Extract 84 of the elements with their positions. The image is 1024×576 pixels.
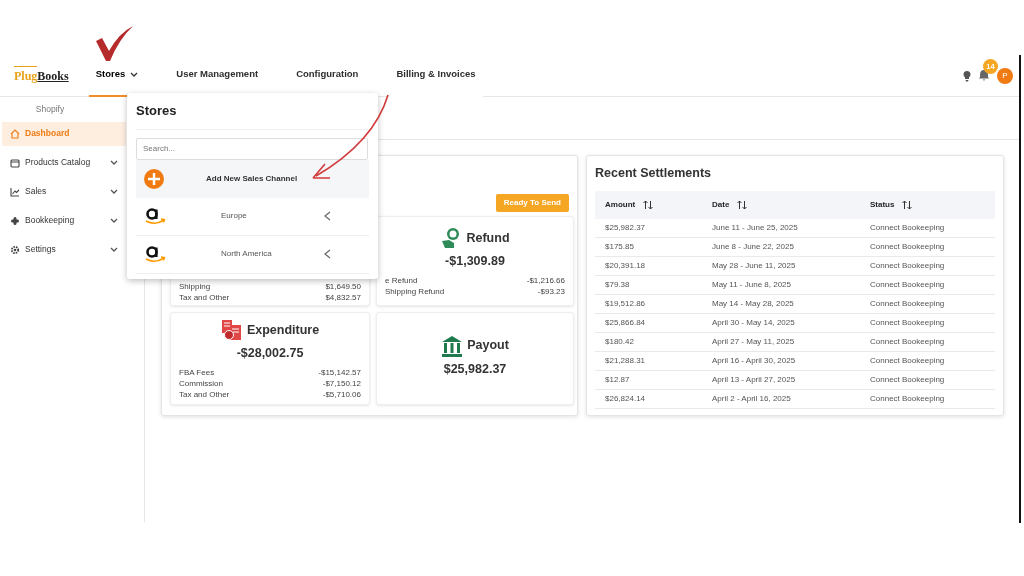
- table-cell: $79.38: [595, 275, 702, 295]
- row-value: $4,832.57: [325, 292, 361, 303]
- row-label: e Refund: [385, 274, 418, 286]
- home-icon: [10, 128, 20, 139]
- row-label: Tax and Other: [179, 292, 230, 303]
- table-cell: $180.42: [595, 332, 702, 352]
- table-cell: $12.87: [595, 370, 702, 390]
- logo-text: Books: [37, 68, 69, 85]
- chart-icon: [10, 186, 20, 197]
- table-cell: Connect Bookeeping: [860, 256, 995, 276]
- lightbulb-icon: [963, 69, 971, 82]
- table-cell: $26,824.14: [595, 389, 702, 409]
- sidebar-heading: Shopify: [34, 103, 66, 116]
- table-cell: April 2 - April 16, 2025: [702, 389, 860, 409]
- table-cell: April 13 - April 27, 2025: [702, 370, 860, 390]
- card-amount: -$1,309.89: [445, 254, 505, 268]
- bell-icon: [979, 69, 989, 82]
- sidebar-item[interactable]: Bookkeeping: [2, 208, 126, 233]
- column-header[interactable]: Date: [702, 190, 860, 219]
- add-channel-button[interactable]: Add New Sales Channel: [136, 159, 369, 198]
- table-cell: Connect Bookeeping: [860, 275, 995, 295]
- table-cell: May 28 - June 11, 2025: [702, 256, 860, 276]
- row-label: Shipping: [179, 281, 211, 292]
- row-label: Shipping Refund: [385, 285, 445, 297]
- table-cell: Connect Bookeeping: [860, 237, 995, 257]
- card-title: Refund: [466, 229, 510, 247]
- table-cell: Connect Bookeeping: [860, 389, 995, 409]
- table-cell: April 30 - May 14, 2025: [702, 313, 860, 333]
- store-logo-icon: [144, 207, 166, 225]
- table-cell: $21,288.31: [595, 351, 702, 371]
- table-cell: May 11 - June 8, 2025: [702, 275, 860, 295]
- table-cell: Connect Bookeeping: [860, 370, 995, 390]
- table-cell: Connect Bookeeping: [860, 351, 995, 371]
- chevron-icon: [324, 249, 331, 259]
- nav-tab[interactable]: Billing & Invoices: [389, 54, 483, 97]
- sidebar-item[interactable]: Settings: [2, 237, 126, 262]
- table-cell: Connect Bookeeping: [860, 218, 995, 238]
- table-cell: $25,866.84: [595, 313, 702, 333]
- table-cell: April 16 - April 30, 2025: [702, 351, 860, 371]
- settings-icon: [10, 244, 20, 255]
- table-cell: April 27 - May 11, 2025: [702, 332, 860, 352]
- sort-icon: [737, 199, 748, 210]
- status-badge: Ready To Send: [495, 194, 569, 212]
- column-header[interactable]: Amount: [595, 190, 702, 219]
- card-title: Expenditure: [246, 321, 320, 339]
- table-cell: $25,982.37: [595, 218, 702, 238]
- row-label: FBA Fees: [179, 366, 215, 378]
- table-cell: June 11 - June 25, 2025: [702, 218, 860, 238]
- table-cell: June 8 - June 22, 2025: [702, 237, 860, 257]
- table-cell: $19,512.86: [595, 294, 702, 314]
- check-mark-drawing: [95, 25, 134, 62]
- row-value: -$15,142.57: [318, 366, 361, 378]
- column-header[interactable]: Status: [860, 190, 995, 219]
- sort-icon: [643, 199, 654, 210]
- table-cell: Connect Bookeeping: [860, 294, 995, 314]
- row-value: -$93.23: [537, 285, 565, 297]
- table-cell: $175.85: [595, 237, 702, 257]
- card-amount: $25,982.37: [443, 361, 507, 376]
- plus-icon: [144, 168, 164, 189]
- row-value: -$7,150.12: [322, 377, 361, 389]
- bank-icon: [441, 334, 464, 357]
- panel-title: Recent Settlements: [595, 166, 711, 180]
- hash-icon: [10, 215, 20, 226]
- chevron-icon: [324, 211, 331, 221]
- invoice-icon: [220, 319, 243, 341]
- sidebar-item[interactable]: Sales: [2, 179, 126, 204]
- store-logo-icon: [144, 245, 166, 263]
- card-amount: -$28,002.75: [236, 346, 304, 360]
- table-cell: $20,391.18: [595, 256, 702, 276]
- logo-text: Plug: [14, 66, 38, 85]
- sort-icon: [902, 199, 913, 210]
- table-cell: Connect Bookeeping: [860, 332, 995, 352]
- card-title: Payout: [467, 337, 509, 355]
- search-field[interactable]: Search...: [136, 137, 368, 160]
- wallet-icon: [10, 157, 20, 168]
- row-label: Commission: [179, 377, 223, 389]
- row-value: -$1,216.66: [526, 274, 565, 286]
- sidebar-item[interactable]: Products Catalog: [2, 150, 126, 175]
- row-value: $1,649.50: [325, 281, 361, 292]
- row-value: -$5,710.06: [322, 388, 361, 400]
- table-cell: May 14 - May 28, 2025: [702, 294, 860, 314]
- menu-title: Stores: [136, 103, 177, 118]
- row-label: Tax and Other: [179, 388, 230, 400]
- table-cell: Connect Bookeeping: [860, 313, 995, 333]
